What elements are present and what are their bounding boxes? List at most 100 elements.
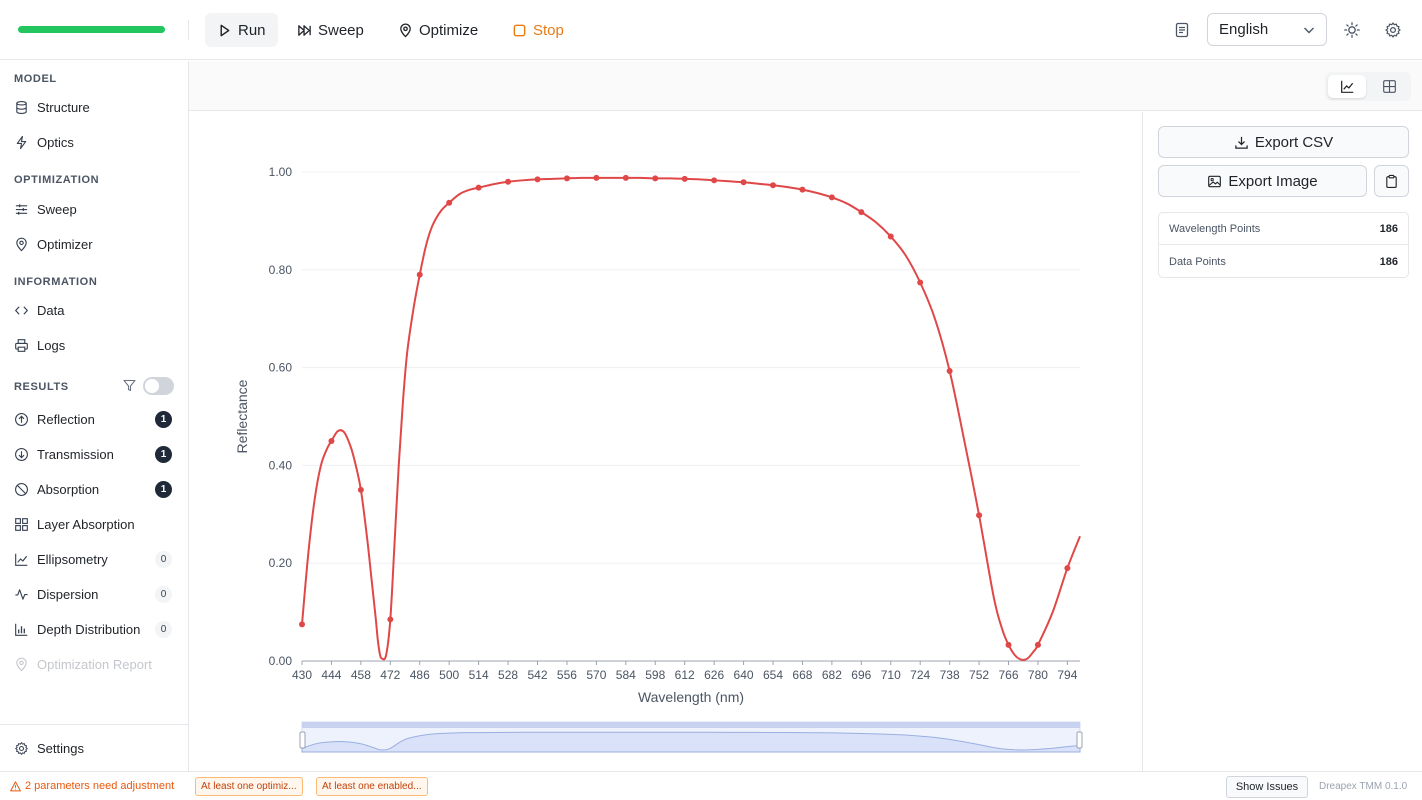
issue-chip[interactable]: At least one optimiz...: [195, 777, 303, 796]
data-point[interactable]: [357, 486, 364, 493]
x-tick-label: 626: [704, 668, 724, 682]
stop-button[interactable]: Stop: [500, 13, 576, 47]
data-point[interactable]: [446, 199, 453, 206]
y-tick-label: 1.00: [269, 165, 293, 179]
data-point[interactable]: [770, 182, 777, 189]
y-tick-label: 0.00: [269, 654, 293, 668]
warning-message[interactable]: 2 parameters need adjustment: [10, 780, 174, 792]
x-tick-label: 542: [527, 668, 547, 682]
sidebar-divider: [0, 724, 188, 725]
x-tick-label: 514: [469, 668, 489, 682]
data-point[interactable]: [622, 174, 629, 181]
skip-forward-icon: [298, 24, 311, 36]
x-tick-label: 682: [822, 668, 842, 682]
export-csv-button[interactable]: Export CSV: [1158, 126, 1409, 158]
sweep-button[interactable]: Sweep: [285, 13, 376, 47]
table-view-button[interactable]: [1370, 75, 1408, 98]
x-tick-label: 654: [763, 668, 783, 682]
optimize-button[interactable]: Optimize: [386, 13, 490, 47]
sidebar-item-label: Absorption: [37, 481, 100, 497]
warning-triangle-icon: [10, 780, 21, 791]
data-point[interactable]: [917, 279, 924, 286]
sidebar-item-ellipsometry[interactable]: Ellipsometry 0: [0, 544, 188, 574]
count-badge: 1: [155, 480, 172, 498]
sidebar-item-label: Depth Distribution: [37, 621, 141, 637]
data-point[interactable]: [976, 512, 983, 519]
data-point[interactable]: [681, 175, 688, 182]
data-point[interactable]: [328, 437, 335, 444]
data-point[interactable]: [1005, 641, 1012, 648]
sidebar-item-structure[interactable]: Structure: [0, 92, 188, 122]
export-image-button[interactable]: Export Image: [1158, 165, 1367, 197]
data-point[interactable]: [534, 176, 541, 183]
sidebar-item-settings[interactable]: Settings: [0, 733, 188, 763]
run-button[interactable]: Run: [205, 13, 278, 47]
data-point[interactable]: [740, 179, 747, 186]
data-point[interactable]: [711, 177, 718, 184]
sun-icon[interactable]: [1343, 21, 1361, 39]
reflectance-chart[interactable]: 0.00 0.20 0.40 0.60 0.80 1.00 430 444 458 472 486 5…: [189, 112, 1142, 771]
x-tick-label: 458: [351, 668, 371, 682]
sidebar-item-absorption[interactable]: Absorption 1: [0, 474, 188, 504]
x-tick-label: 598: [645, 668, 665, 682]
issue-chip[interactable]: At least one enabled...: [316, 777, 428, 796]
section-label-information: INFORMATION: [14, 276, 98, 288]
show-issues-button[interactable]: Show Issues: [1226, 776, 1308, 798]
x-tick-label: 710: [881, 668, 901, 682]
data-point[interactable]: [946, 368, 953, 375]
sidebar-item-dispersion[interactable]: Dispersion 0: [0, 579, 188, 609]
filter-icon[interactable]: [123, 379, 136, 392]
copy-clipboard-button[interactable]: [1374, 165, 1409, 197]
data-point[interactable]: [563, 175, 570, 182]
section-label-results: RESULTS: [14, 381, 69, 393]
x-tick-label: 570: [586, 668, 606, 682]
x-tick-label: 794: [1057, 668, 1077, 682]
chart-view-button[interactable]: [1328, 75, 1366, 98]
line-chart-icon: [15, 553, 28, 566]
activity-icon: [15, 588, 28, 600]
language-select[interactable]: English: [1207, 13, 1327, 46]
section-label-model: MODEL: [14, 73, 57, 85]
toolbar-divider: [188, 20, 189, 40]
data-point[interactable]: [387, 616, 394, 623]
brush-handle-right[interactable]: [1076, 731, 1083, 749]
data-point[interactable]: [799, 186, 806, 193]
gear-icon: [15, 741, 28, 755]
gear-icon[interactable]: [1384, 21, 1402, 39]
data-point[interactable]: [416, 271, 423, 278]
data-point[interactable]: [299, 621, 305, 628]
sidebar-item-layer-absorption[interactable]: Layer Absorption: [0, 509, 188, 539]
section-label-optimization: OPTIMIZATION: [14, 174, 100, 186]
chart-area: 0.00 0.20 0.40 0.60 0.80 1.00 430 444 458 472 486 5…: [189, 112, 1142, 771]
sidebar-item-sweep[interactable]: Sweep: [0, 194, 188, 224]
sidebar-item-optics[interactable]: Optics: [0, 127, 188, 157]
data-point[interactable]: [1034, 641, 1041, 648]
results-filter-toggle[interactable]: [143, 377, 174, 395]
sidebar-item-depth-distribution[interactable]: Depth Distribution 0: [0, 614, 188, 644]
brush-selection-bar[interactable]: [302, 722, 1080, 728]
brush-handle-left[interactable]: [299, 731, 306, 749]
reflectance-line: [301, 176, 1081, 661]
data-point[interactable]: [828, 194, 835, 201]
data-point[interactable]: [1064, 565, 1071, 572]
database-icon: [16, 100, 27, 114]
status-bar: 2 parameters need adjustment At least on…: [0, 771, 1422, 800]
x-tick-label: 444: [321, 668, 341, 682]
data-point[interactable]: [652, 175, 659, 182]
stats-table: Wavelength Points 186 Data Points 186: [1158, 212, 1409, 278]
sidebar-item-reflection[interactable]: Reflection 1: [0, 404, 188, 434]
data-point[interactable]: [887, 233, 894, 240]
data-point[interactable]: [858, 209, 865, 216]
data-point[interactable]: [475, 184, 482, 191]
x-tick-label: 472: [380, 668, 400, 682]
sidebar-item-logs[interactable]: Logs: [0, 330, 188, 360]
data-point[interactable]: [593, 174, 600, 181]
x-tick-label: 752: [969, 668, 989, 682]
sidebar-item-data[interactable]: Data: [0, 295, 188, 325]
stat-value: 186: [1379, 222, 1398, 235]
sidebar-item-transmission[interactable]: Transmission 1: [0, 439, 188, 469]
document-icon[interactable]: [1173, 21, 1191, 39]
sidebar-item-optimizer[interactable]: Optimizer: [0, 229, 188, 259]
x-tick-label: 486: [410, 668, 430, 682]
data-point[interactable]: [505, 178, 512, 185]
